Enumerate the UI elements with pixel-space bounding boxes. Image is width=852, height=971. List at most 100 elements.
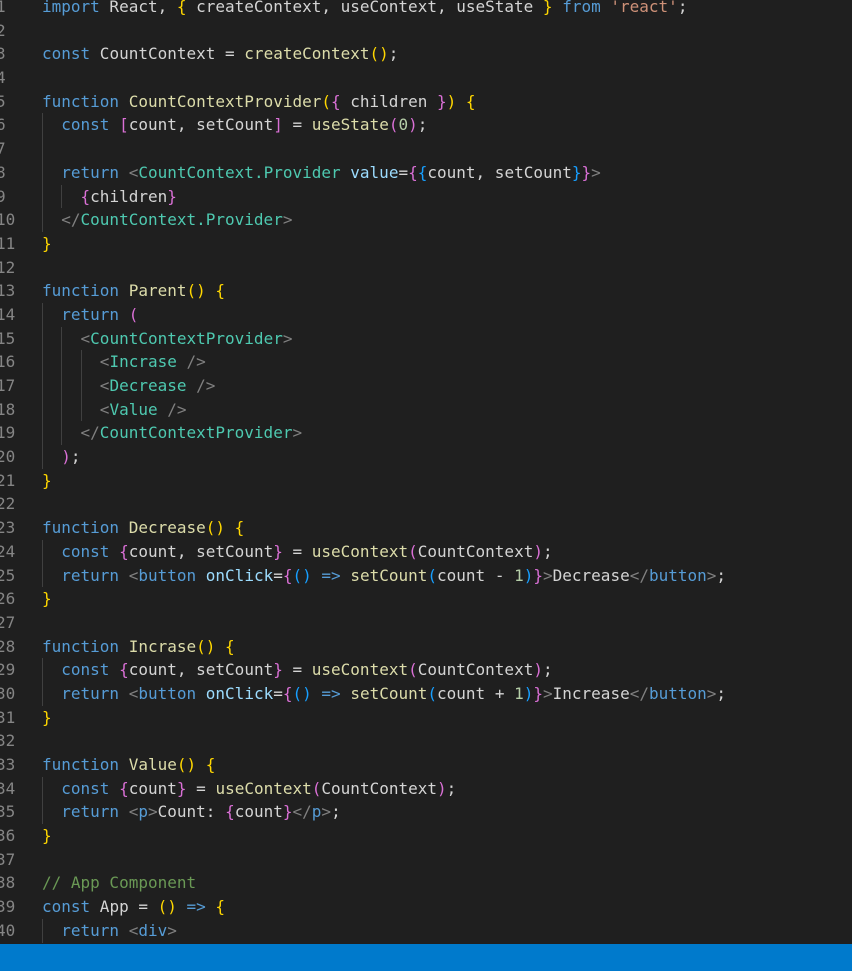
code-token: count, setCount <box>128 541 274 561</box>
line-number: 19 <box>0 423 16 443</box>
line-number: 2 <box>0 20 6 40</box>
code-line[interactable]: 16 <Incrase /> <box>0 350 852 374</box>
code-token: Decrease <box>128 518 206 538</box>
code-token: } <box>282 802 293 822</box>
code-token: const <box>61 778 110 798</box>
code-token: = <box>186 778 216 798</box>
code-token: return <box>61 920 120 940</box>
code-token: < <box>128 683 139 703</box>
code-line[interactable]: 5 function CountContextProvider({ childre… <box>0 90 852 114</box>
code-token: div <box>138 920 168 940</box>
code-text: } <box>42 232 52 256</box>
code-line[interactable]: 38 // App Component <box>0 871 852 895</box>
code-line[interactable]: 40 return <div> <box>0 918 852 943</box>
code-text: return <button onClick={() => setCount(c… <box>42 564 726 588</box>
code-token: () <box>369 44 389 64</box>
code-token: () <box>157 897 177 917</box>
code-text: import React, { createContext, useContex… <box>42 0 687 19</box>
code-token: onClick <box>205 565 274 585</box>
code-token: ; <box>542 541 553 561</box>
code-token: ( <box>311 778 322 798</box>
code-token: = <box>273 683 283 703</box>
code-line[interactable]: 4 <box>0 66 852 90</box>
code-token: import <box>42 0 100 16</box>
code-line[interactable]: 12 <box>0 256 852 280</box>
code-line[interactable]: 33 function Value() { <box>0 753 852 777</box>
code-token: useContext <box>311 541 409 561</box>
code-text: <Incrase /> <box>42 350 206 374</box>
code-line[interactable]: 24 const {count, setCount} = useContext(… <box>0 539 852 564</box>
code-token: } <box>42 589 52 609</box>
code-line[interactable]: 13 function Parent() { <box>0 279 852 303</box>
code-line[interactable]: 8 return <CountContext.Provider value={{… <box>0 160 852 185</box>
code-token: => <box>321 565 341 585</box>
code-token: > <box>543 565 553 585</box>
line-number: 23 <box>0 518 16 538</box>
code-line[interactable]: 36} <box>0 824 852 848</box>
code-text: return <CountContext.Provider value={{co… <box>42 161 601 185</box>
code-line[interactable]: 27 <box>0 611 852 635</box>
code-line[interactable]: 28 function Incrase() { <box>0 635 852 659</box>
code-text: return <p>Count: {count}</p>; <box>42 800 340 824</box>
code-token: const <box>42 897 91 917</box>
code-text: </CountContext.Provider> <box>42 208 292 232</box>
code-line[interactable]: 20 ); <box>0 445 852 469</box>
code-token: < <box>80 328 91 348</box>
code-token: 0 <box>398 115 409 135</box>
code-token: ( <box>427 683 438 703</box>
line-number: 36 <box>0 826 16 846</box>
code-line[interactable]: 7 <box>0 137 852 161</box>
code-line[interactable]: 3 const CountContext = createContext(); <box>0 42 852 66</box>
code-line[interactable]: 10 </CountContext.Provider> <box>0 208 852 232</box>
code-line[interactable]: 37 <box>0 848 852 872</box>
code-line[interactable]: 6 const [count, setCount] = useState(0); <box>0 113 852 138</box>
code-line[interactable]: 31} <box>0 706 852 730</box>
code-text: <Decrease /> <box>42 374 216 398</box>
code-line[interactable]: 25 return <button onClick={() => setCoun… <box>0 563 852 588</box>
code-line[interactable]: 29 const {count, setCount} = useContext(… <box>0 658 852 682</box>
code-line[interactable]: 9 {children} <box>0 184 852 209</box>
code-line[interactable]: 32 <box>0 729 852 753</box>
code-token: const <box>61 541 110 561</box>
code-line[interactable]: 18 <Value /> <box>0 397 852 422</box>
code-token: Decrease <box>109 376 187 395</box>
code-token: < <box>99 376 110 395</box>
code-token: { <box>282 683 293 703</box>
code-line[interactable]: 30 return <button onClick={() => setCoun… <box>0 681 852 706</box>
code-line[interactable]: 2 <box>0 19 852 43</box>
code-line[interactable]: 17 <Decrease /> <box>0 374 852 398</box>
code-token: useState <box>311 115 389 135</box>
code-line[interactable]: 14 return ( <box>0 302 852 327</box>
code-token: 'react' <box>610 0 678 16</box>
code-token: from <box>562 0 601 16</box>
code-text: function Parent() { <box>42 279 225 303</box>
code-token: return <box>61 304 120 324</box>
code-token: { <box>205 755 216 774</box>
code-line[interactable]: 19 </CountContextProvider> <box>0 421 852 446</box>
code-line[interactable]: 34 const {count} = useContext(CountConte… <box>0 776 852 801</box>
code-line[interactable]: 23 function Decrease() { <box>0 516 852 540</box>
code-line[interactable]: 26} <box>0 587 852 611</box>
code-text: const CountContext = createContext(); <box>42 42 398 66</box>
code-line[interactable]: 15 <CountContextProvider> <box>0 326 852 351</box>
code-line[interactable]: 11} <box>0 232 852 256</box>
code-line[interactable]: 39 const App = () => { <box>0 895 852 919</box>
code-editor[interactable]: 1 import React, { createContext, useConte… <box>0 0 852 943</box>
code-token: // App Component <box>42 873 197 893</box>
code-line[interactable]: 22 <box>0 492 852 516</box>
code-token: () <box>176 755 197 774</box>
line-number: 6 <box>0 115 6 135</box>
code-line[interactable]: 21} <box>0 469 852 493</box>
code-line[interactable]: 1 import React, { createContext, useConte… <box>0 0 852 19</box>
code-token: count <box>128 778 177 798</box>
code-line[interactable]: 35 return <p>Count: {count}</p>; <box>0 800 852 825</box>
code-token: createContext, useContext, useState <box>186 0 543 16</box>
